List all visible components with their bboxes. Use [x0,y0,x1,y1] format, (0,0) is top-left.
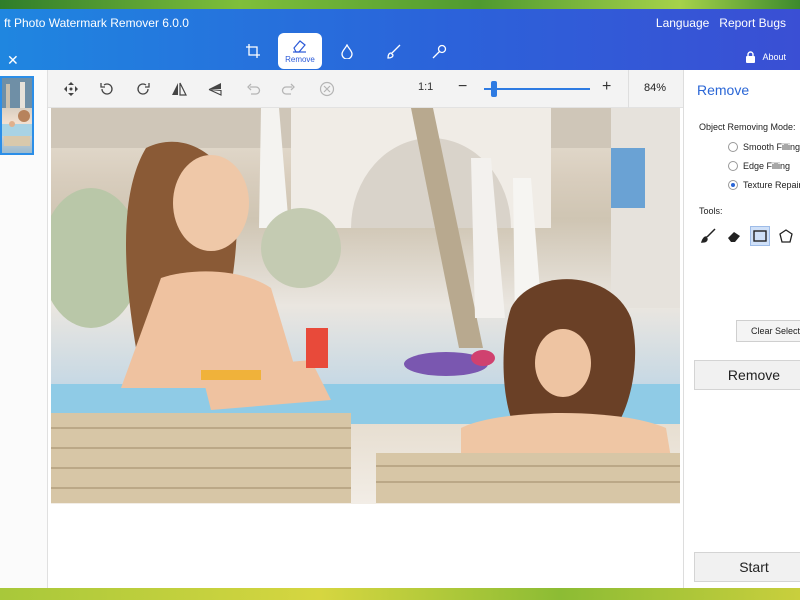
photo-preview[interactable] [51,108,680,504]
watermark-tool-button[interactable] [324,33,370,69]
eraser-icon [728,232,740,242]
tools-label: Tools: [699,206,723,216]
polygon-icon [779,229,793,243]
crop-icon [246,44,260,58]
mode-label-smooth: Smooth Filling [743,142,800,152]
report-bugs-link[interactable]: Report Bugs [719,16,786,30]
rectangle-icon [753,230,767,242]
about-button[interactable]: About [745,51,786,63]
redo-button[interactable] [280,80,298,98]
image-canvas[interactable] [48,108,683,588]
undo-button[interactable] [244,80,262,98]
zoom-out-button[interactable]: − [458,78,467,96]
zoom-in-button[interactable]: + [602,78,611,96]
radio-edge-filling[interactable] [728,161,738,171]
rotate-left-button[interactable] [98,80,116,98]
toolbar-divider [628,70,629,108]
close-icon[interactable]: ✕ [7,53,19,67]
mode-toolbar: Remove [230,33,462,69]
flip-vertical-icon [208,83,222,96]
mode-edge-filling[interactable]: Edge Filling [728,161,790,171]
drop-icon [341,43,353,59]
desktop-background-bottom [0,588,800,600]
title-bar: ft Photo Watermark Remover 6.0.0 Languag… [0,9,800,70]
brush-select-tool[interactable] [698,226,718,246]
remove-settings-panel: Remove Object Removing Mode: Smooth Fill… [683,70,800,588]
move-tool-button[interactable] [62,80,80,98]
flip-horizontal-button[interactable] [170,80,188,98]
brush-tool-button[interactable] [370,33,416,69]
app-title: ft Photo Watermark Remover 6.0.0 [4,16,189,30]
desktop-background-top [0,0,800,9]
radio-texture-repair[interactable] [728,180,738,190]
crop-tool-button[interactable] [230,33,276,69]
rotate-right-button[interactable] [134,80,152,98]
thumbnail-strip [0,70,48,588]
zoom-slider[interactable] [484,81,590,97]
brush-icon [700,228,716,243]
mode-smooth-filling[interactable]: Smooth Filling [728,142,800,152]
removing-mode-label: Object Removing Mode: [699,122,796,132]
zoom-slider-handle[interactable] [491,81,497,97]
redo-icon [281,83,295,95]
move-icon [64,82,78,96]
language-link[interactable]: Language [656,16,709,30]
rectangle-select-tool[interactable] [750,226,770,246]
rotate-left-icon [100,83,113,95]
flip-vertical-button[interactable] [206,80,224,98]
pin-icon [432,44,446,58]
eraser-icon [293,39,306,53]
actual-size-button[interactable]: 1:1 [418,81,433,93]
rotate-right-icon [137,83,150,95]
mode-texture-repair[interactable]: Texture Repair [728,180,800,190]
eraser-select-tool[interactable] [724,226,744,246]
thumbnail-preview [2,78,32,146]
about-label: About [762,52,786,62]
polygon-select-tool[interactable] [776,226,796,246]
image-thumbnail[interactable] [0,76,34,155]
undo-icon [247,83,261,95]
remove-button[interactable]: Remove [694,360,800,390]
lock-icon [746,51,756,63]
image-toolbar: 1:1 − + 84% [48,70,683,108]
start-button[interactable]: Start [694,552,800,582]
brush-icon [386,44,400,59]
photo-illustration [51,108,680,503]
radio-smooth-filling[interactable] [728,142,738,152]
mode-label-texture: Texture Repair [743,180,800,190]
flip-horizontal-icon [172,82,187,96]
zoom-percentage: 84% [644,82,667,94]
panel-title: Remove [697,82,750,98]
pin-tool-button[interactable] [416,33,462,69]
cancel-button[interactable] [318,80,336,98]
mode-label-edge: Edge Filling [743,161,791,171]
cancel-circle-icon [319,81,335,97]
remove-tool-button[interactable]: Remove [278,33,322,69]
remove-tool-label: Remove [285,54,315,64]
clear-selected-button[interactable]: Clear Selected [736,320,800,342]
top-links: Language Report Bugs [656,16,786,30]
